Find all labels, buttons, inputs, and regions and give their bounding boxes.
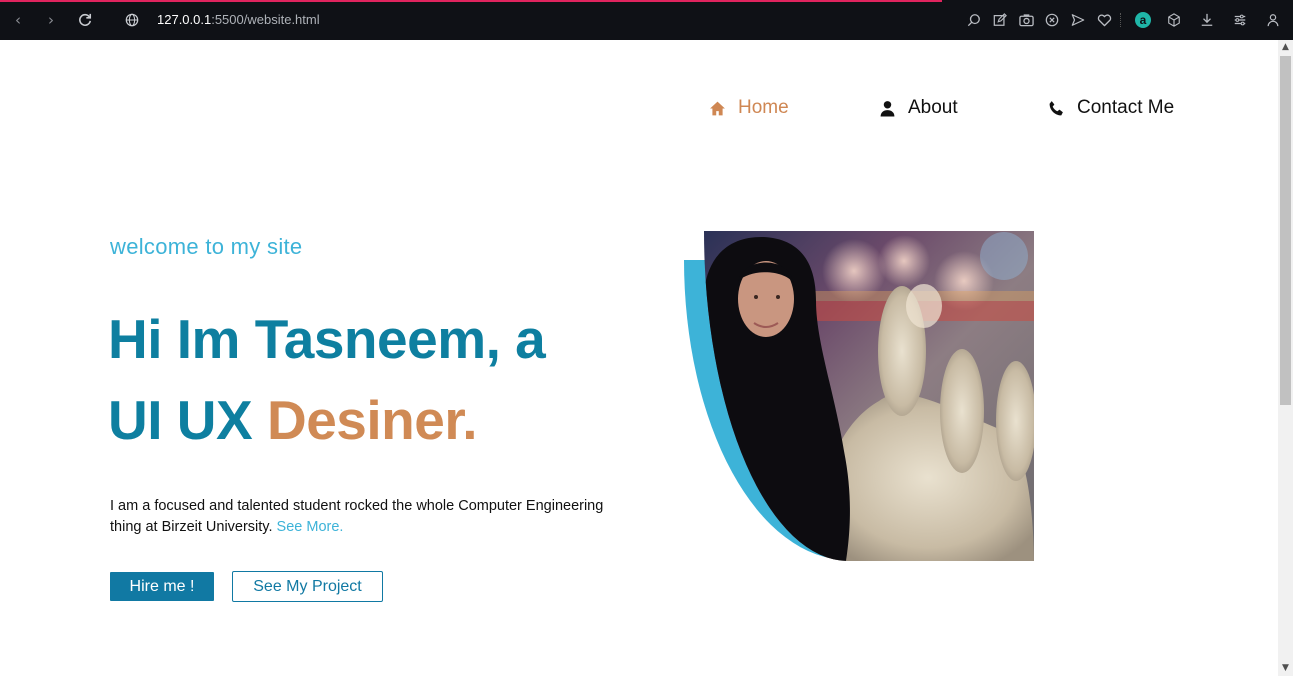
headline-line-2: UI UX Desiner. (108, 388, 477, 452)
see-more-link[interactable]: See More. (277, 519, 344, 535)
scrollbar-thumb[interactable] (1280, 56, 1291, 405)
bio-paragraph: I am a focused and talented student rock… (110, 496, 610, 538)
url-host: 127.0.0.1 (157, 12, 212, 27)
headline-accent: Desiner. (266, 389, 478, 451)
nav-about[interactable]: About (879, 96, 958, 120)
reload-icon[interactable] (74, 9, 96, 31)
settings-icon[interactable] (1230, 10, 1250, 30)
page-scrollbar[interactable]: ▲ ▼ (1278, 40, 1293, 676)
nav-contact-label: Contact Me (1077, 97, 1175, 118)
hire-me-button[interactable]: Hire me ! (110, 572, 214, 601)
nav-home-label: Home (738, 97, 789, 118)
heart-icon[interactable] (1094, 10, 1114, 30)
forward-icon[interactable]: › (40, 9, 62, 31)
nav-about-label: About (908, 97, 958, 118)
zoom-icon[interactable] (964, 10, 984, 30)
ai-assistant-icon[interactable]: a (1135, 12, 1151, 28)
browser-toolbar: ‹ › 127.0.0.1:5500/website.html a (0, 0, 1293, 40)
globe-icon[interactable] (121, 9, 143, 31)
download-icon[interactable] (1197, 10, 1217, 30)
send-icon[interactable] (1068, 10, 1088, 30)
profile-icon[interactable] (1263, 10, 1283, 30)
headline-prefix: UI UX (108, 389, 267, 451)
welcome-text: welcome to my site (110, 234, 303, 259)
box-icon[interactable] (1164, 10, 1184, 30)
toolbar-separator (1120, 13, 1121, 27)
scroll-down-icon[interactable]: ▼ (1278, 661, 1293, 676)
user-icon (879, 100, 896, 117)
back-icon[interactable]: ‹ (7, 9, 29, 31)
nav-home[interactable]: Home (709, 96, 789, 120)
phone-icon (1048, 100, 1065, 117)
bio-text: I am a focused and talented student rock… (110, 498, 604, 535)
website-page: Home About Contact Me welcome to my site… (0, 40, 1278, 676)
headline-line-1: Hi Im Tasneem, a (108, 308, 546, 370)
address-bar[interactable]: 127.0.0.1:5500/website.html (157, 11, 320, 29)
close-circle-icon[interactable] (1042, 10, 1062, 30)
home-icon (709, 100, 726, 117)
profile-photo (704, 231, 1034, 561)
page-load-progress-bar (0, 0, 942, 2)
nav-contact[interactable]: Contact Me (1048, 96, 1174, 120)
url-path: :5500/website.html (211, 12, 320, 27)
edit-icon[interactable] (990, 10, 1010, 30)
see-project-button[interactable]: See My Project (232, 571, 383, 602)
scroll-up-icon[interactable]: ▲ (1278, 40, 1293, 55)
camera-icon[interactable] (1016, 10, 1036, 30)
